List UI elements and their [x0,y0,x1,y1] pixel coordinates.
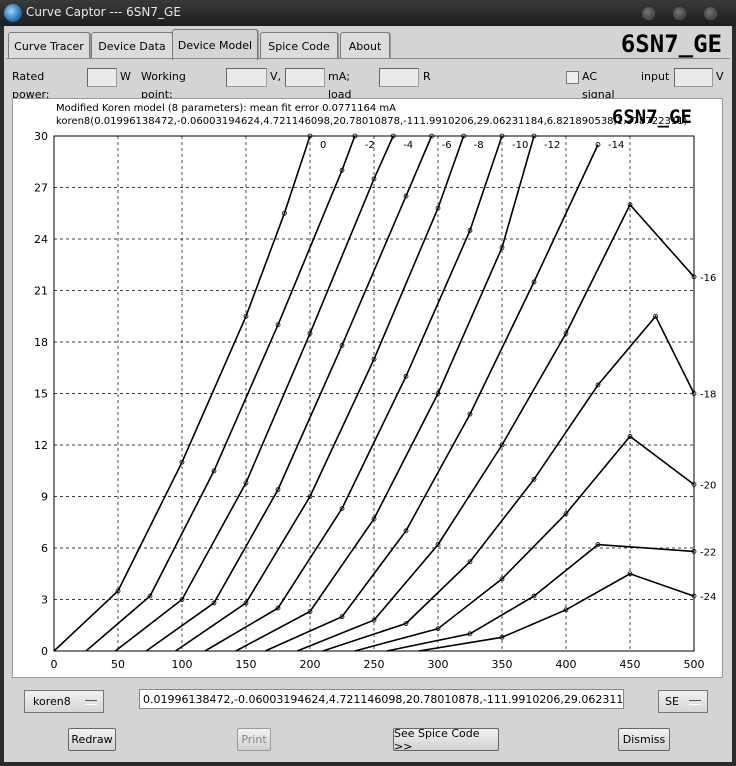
main-window: Curve Tracer Device Data Device Model Sp… [4,26,732,762]
tab-divider [6,58,730,59]
plot-area: 0 50 100 150 200 250 300 350 400 450 500 0 3 6 9 12 15 18… [12,98,723,678]
fit-info-text: Modified Koren model (8 parameters): mea… [56,103,396,114]
y-tick-label: 27 [34,182,48,195]
curve-label: -12 [544,140,560,151]
x-tick-label: 100 [172,658,193,671]
working-point-voltage-input[interactable] [226,68,267,87]
x-tick-label: 350 [492,658,513,671]
curve-label: -6 [442,140,452,151]
curve-label: -14 [608,140,624,151]
x-tick-label: 400 [556,658,577,671]
x-tick-label: 450 [620,658,641,671]
tab-device-data[interactable]: Device Data [91,32,173,59]
x-tick-label: 300 [428,658,449,671]
x-tick-label: 0 [51,658,58,671]
working-point-voltage-unit: V, [270,70,282,83]
x-tick-label: 200 [300,658,321,671]
x-tick-label: 50 [111,658,125,671]
redraw-button[interactable]: Redraw [68,728,116,751]
tab-spice-code[interactable]: Spice Code [260,32,338,59]
tab-device-model[interactable]: Device Model [172,29,258,60]
maximize-button[interactable] [673,7,686,20]
working-point-current-input[interactable] [285,68,325,87]
curve-label: -20 [700,480,716,491]
curve-label: -24 [700,592,716,603]
ac-signal-checkbox[interactable] [566,71,579,84]
curve-label: -8 [474,140,484,151]
y-tick-label: 6 [41,542,48,555]
tab-about[interactable]: About [340,32,390,59]
y-tick-label: 30 [34,130,48,143]
input-voltage-input[interactable] [674,68,713,87]
x-tick-label: 500 [684,658,705,671]
curve-label: -18 [700,390,716,401]
y-tick-label: 3 [41,594,48,607]
load-input[interactable] [379,68,419,87]
y-tick-label: 0 [41,645,48,658]
dropdown-icon [689,700,701,705]
device-title: 6SN7_GE [620,30,722,58]
curve-label: 0 [320,140,326,151]
model-string-text: koren8(0.01996138472,-0.06003194624,4.72… [56,116,688,127]
model-select-value: koren8 [33,695,71,708]
dropdown-icon [85,700,97,705]
plot-device-label: 6SN7_GE [612,106,692,128]
y-tick-label: 12 [34,439,48,452]
minimize-button[interactable] [642,7,655,20]
coefficients-field[interactable]: 0.01996138472,-0.06003194624,4.721146098… [139,689,624,709]
curve-label: -22 [700,547,716,558]
curve-label: -16 [700,273,716,284]
app-icon [4,4,22,22]
plate-curve-chart: 0 50 100 150 200 250 300 350 400 450 5000369121518… [34,103,716,671]
window-title: Curve Captor --- 6SN7_GE [26,5,181,19]
mode-select[interactable]: SE [658,690,708,713]
curve-grid-minus18 [322,314,695,652]
y-tick-label: 24 [34,233,48,246]
y-tick-label: 15 [34,388,48,401]
title-bar: Curve Captor --- 6SN7_GE [0,0,736,26]
x-tick-label: 150 [236,658,257,671]
model-select[interactable]: koren8 [24,690,104,713]
input-label: input [641,70,670,83]
y-tick-label: 18 [34,336,48,349]
x-tick-label: 250 [364,658,385,671]
load-unit: R [423,70,431,83]
curve-grid-minus14 [264,144,599,652]
dismiss-button[interactable]: Dismiss [618,728,670,751]
curve-label: -10 [512,140,528,151]
mode-select-value: SE [665,695,679,708]
curve-label: -4 [403,140,413,151]
y-tick-label: 9 [41,491,48,504]
input-voltage-unit: V [716,70,724,83]
close-button[interactable] [704,7,717,20]
y-tick-label: 21 [34,285,48,298]
print-button[interactable]: Print [237,728,271,751]
curve-grid-minus20 [354,435,695,652]
tab-curve-tracer[interactable]: Curve Tracer [8,32,90,59]
rated-power-unit: W [120,70,131,83]
rated-power-input[interactable] [87,68,117,87]
see-spice-code-button[interactable]: See Spice Code >> [393,727,499,753]
curve-label: -2 [365,140,375,151]
